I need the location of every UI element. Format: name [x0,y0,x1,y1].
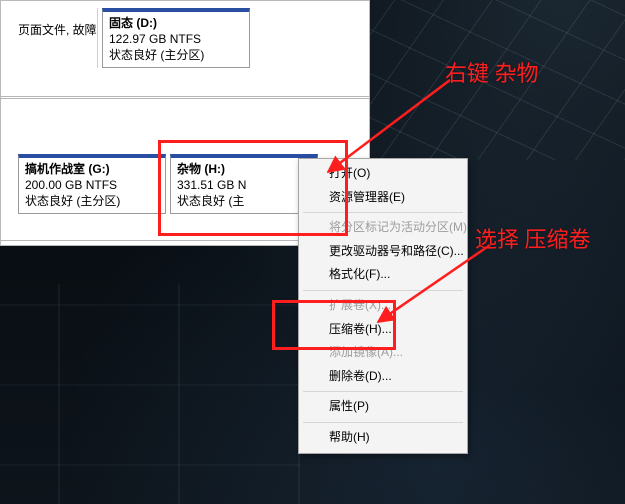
volume-size: 200.00 GB NTFS [25,177,159,193]
menu-separator [303,290,463,291]
annotation-text-choose: 选择 压缩卷 [475,222,591,254]
menu-explorer[interactable]: 资源管理器(E) [301,186,465,210]
menu-delete[interactable]: 删除卷(D)... [301,365,465,389]
volume-status: 状态良好 (主分区) [109,47,243,63]
menu-mark-active: 将分区标记为活动分区(M) [301,216,465,240]
menu-separator [303,422,463,423]
menu-separator [303,212,463,213]
volume-g[interactable]: 搞机作战室 (G:) 200.00 GB NTFS 状态良好 (主分区) [18,154,166,214]
menu-help[interactable]: 帮助(H) [301,426,465,450]
annotation-text-right-click: 右键 杂物 [445,56,539,88]
row-separator [0,96,370,99]
volume-size: 122.97 GB NTFS [109,31,243,47]
menu-separator [303,391,463,392]
volume-h[interactable]: 杂物 (H:) 331.51 GB N 状态良好 (主 [170,154,318,214]
menu-change-letter[interactable]: 更改驱动器号和路径(C)... [301,240,465,264]
volume-line: 页面文件, 故障 [18,22,93,39]
volume-label: 固态 (D:) [109,15,243,31]
volume-label: 搞机作战室 (G:) [25,161,159,177]
context-menu: 打开(O) 资源管理器(E) 将分区标记为活动分区(M) 更改驱动器号和路径(C… [298,158,468,454]
volume-row-0: 页面文件, 故障 固态 (D:) 122.97 GB NTFS 状态良好 (主分… [0,6,370,86]
volume-d[interactable]: 固态 (D:) 122.97 GB NTFS 状态良好 (主分区) [102,8,250,68]
menu-properties[interactable]: 属性(P) [301,395,465,419]
volume-status: 状态良好 (主分区) [25,193,159,209]
menu-open[interactable]: 打开(O) [301,162,465,186]
menu-add-mirror: 添加镜像(A)... [301,341,465,365]
volume-size: 331.51 GB N [177,177,311,193]
volume-status: 状态良好 (主 [177,193,311,209]
volume-c-fragment[interactable]: 页面文件, 故障 [18,8,98,68]
menu-extend: 扩展卷(X)... [301,294,465,318]
menu-format[interactable]: 格式化(F)... [301,263,465,287]
volume-label: 杂物 (H:) [177,161,311,177]
menu-shrink[interactable]: 压缩卷(H)... [301,318,465,342]
